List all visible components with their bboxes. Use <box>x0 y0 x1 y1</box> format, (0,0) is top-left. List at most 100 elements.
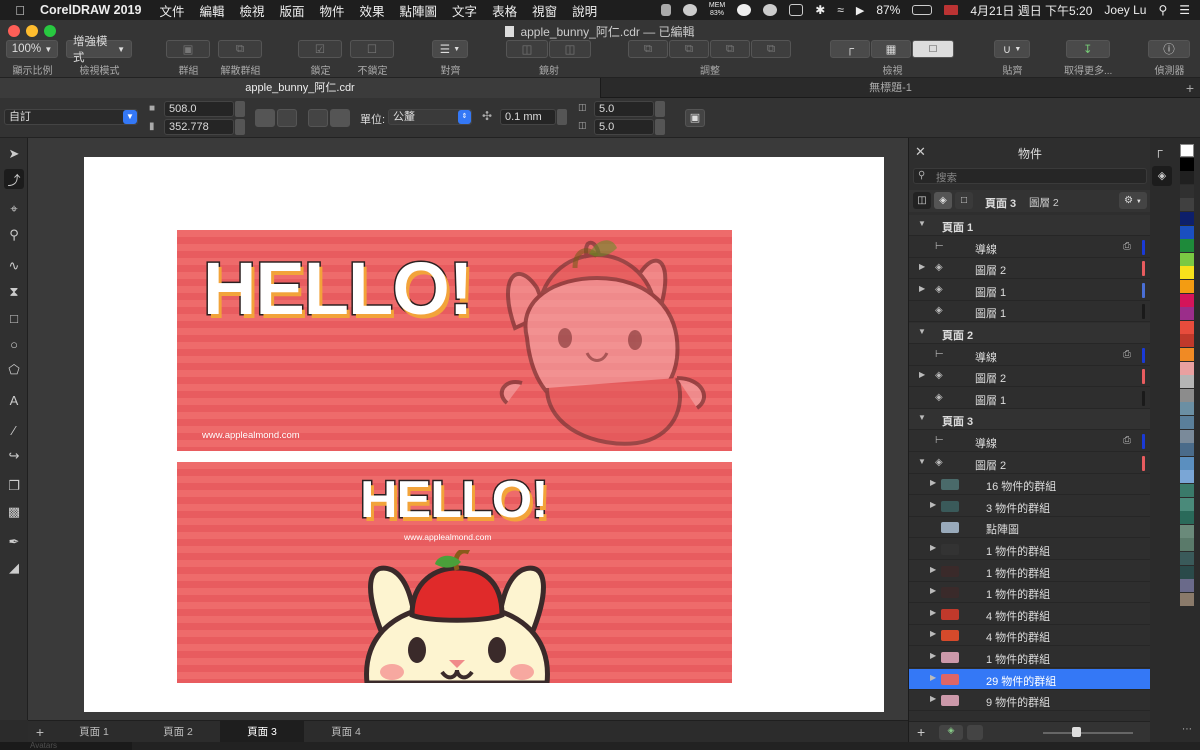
menu-window[interactable]: 視窗 <box>532 1 557 20</box>
line-icon[interactable] <box>763 4 778 16</box>
lock-button[interactable]: ☑ <box>298 40 342 58</box>
adjust-button-3[interactable]: ⧉ <box>710 40 750 58</box>
tree-guide-row[interactable]: ⊢ 導線 ⎙ <box>909 431 1151 452</box>
align-button[interactable]: ☰ ▼ <box>432 40 468 58</box>
interactive-fill-tool-icon[interactable]: ◢ <box>4 558 24 578</box>
color-swatch[interactable] <box>1180 348 1194 361</box>
tree-object-row[interactable]: ▶ 3 物件的群組 <box>909 496 1151 517</box>
menu-file[interactable]: 文件 <box>159 1 184 20</box>
drop-shadow-tool-icon[interactable]: ❐ <box>4 476 24 496</box>
tree-object-row[interactable]: ▶ 1 物件的群組 <box>909 582 1151 604</box>
tree-layer-row[interactable]: ▼ ◈ 圖層 2 <box>909 453 1151 474</box>
chevron-right-icon[interactable]: ▶ <box>919 370 925 379</box>
page-width-input[interactable]: 508.0 <box>164 101 234 117</box>
tree-object-row[interactable]: ▶ 4 物件的群組 <box>909 604 1151 625</box>
color-swatch[interactable] <box>1180 157 1194 171</box>
panel-options-button[interactable]: ⚙ ▼ <box>1119 192 1147 209</box>
text-tool-icon[interactable]: A <box>4 390 24 410</box>
color-swatch[interactable] <box>1180 184 1194 198</box>
treat-as-filled-button[interactable]: ▣ <box>685 109 705 127</box>
ellipse-tool-icon[interactable]: ○ <box>4 334 24 354</box>
tree-object-row[interactable]: ▶ 1 物件的群組 <box>909 561 1151 582</box>
view-page-border-button[interactable]: □ <box>912 40 954 58</box>
color-swatch[interactable] <box>1180 171 1194 185</box>
chevron-right-icon[interactable]: ▶ <box>930 694 936 703</box>
docker-tab-objects-icon[interactable]: ◈ <box>1152 166 1172 186</box>
color-swatch[interactable] <box>1180 266 1194 280</box>
battery-icon[interactable] <box>912 5 933 15</box>
add-tab-button[interactable]: + <box>1180 78 1200 98</box>
tree-object-row[interactable]: ▶ 29 物件的群組 <box>909 668 1151 690</box>
page-tab-2[interactable]: 頁面 2 <box>136 721 220 743</box>
tree-layer-row[interactable]: ▶ ◈ 圖層 1 <box>909 280 1151 301</box>
menu-text[interactable]: 文字 <box>452 1 477 20</box>
doc-tab-untitled[interactable]: 無標題-1 <box>600 78 1180 98</box>
slider-knob[interactable] <box>1072 727 1081 737</box>
color-swatch[interactable] <box>1180 443 1194 457</box>
spotlight-icon[interactable]: ⚲ <box>1158 3 1167 17</box>
add-layer-icon[interactable]: + <box>917 724 925 740</box>
thumbnail-size-slider[interactable] <box>1043 732 1133 734</box>
mirror-horizontal-button[interactable]: ◫ <box>506 40 548 58</box>
color-swatch[interactable] <box>1180 484 1194 497</box>
app-name-menu[interactable]: CorelDRAW 2019 <box>40 3 141 17</box>
get-more-button[interactable]: ↧ <box>1065 40 1110 58</box>
rectangle-tool-icon[interactable]: □ <box>4 308 24 328</box>
chevron-right-icon[interactable]: ▶ <box>930 586 936 595</box>
tree-guide-row[interactable]: ⊢ 導線 ⎙ <box>909 237 1151 258</box>
pick-tool-icon[interactable]: ➤ <box>4 144 24 164</box>
print-disabled-icon[interactable]: ⎙ <box>1123 349 1131 360</box>
tree-object-row[interactable]: 點陣圖 <box>909 517 1151 539</box>
menu-table[interactable]: 表格 <box>492 1 517 20</box>
nudge-stepper[interactable] <box>557 109 567 125</box>
zoom-tool-icon[interactable]: ⚲ <box>4 225 24 245</box>
all-pages-button[interactable] <box>308 109 328 127</box>
color-swatch[interactable] <box>1180 334 1194 348</box>
page-view-icon[interactable]: ◫ <box>913 192 931 209</box>
color-swatch[interactable] <box>1180 402 1194 416</box>
color-swatch[interactable] <box>1180 280 1194 293</box>
memory-indicator[interactable]: MEM 83% <box>709 2 725 18</box>
creative-cloud-icon[interactable] <box>682 4 697 16</box>
tree-layer-row[interactable]: ◈ 圖層 1 <box>909 301 1151 323</box>
tree-layer-row[interactable]: ▶ ◈ 圖層 2 <box>909 366 1151 388</box>
tree-layer-row[interactable]: ▶ ◈ 圖層 2 <box>909 258 1151 280</box>
color-swatch[interactable] <box>1180 198 1194 212</box>
menu-help[interactable]: 說明 <box>572 1 597 20</box>
eyedropper-tool-icon[interactable]: ✒ <box>4 532 24 552</box>
tree-object-row[interactable]: ▶ 1 物件的群組 <box>909 647 1151 668</box>
chevron-right-icon[interactable]: ▶ <box>930 543 936 552</box>
inspector-button[interactable]: ⓘ <box>1148 40 1190 58</box>
chevron-right-icon[interactable]: ▶ <box>919 284 925 293</box>
chevron-right-icon[interactable]: ▶ <box>930 673 936 682</box>
color-swatch[interactable] <box>1180 144 1194 157</box>
parallel-dimension-tool-icon[interactable]: ∕ <box>4 420 24 440</box>
unit-dropdown-button[interactable]: ⇕ <box>458 110 471 124</box>
new-master-layer-icon[interactable]: ◈ <box>939 725 963 740</box>
chevron-down-icon[interactable]: ▼ <box>918 413 926 422</box>
layers-view-icon[interactable]: ◈ <box>934 192 952 209</box>
drawing-canvas[interactable]: HELLO! www.applealmond.com HELLO! www.ap… <box>28 138 908 720</box>
page-tab-4[interactable]: 頁面 4 <box>304 721 388 743</box>
color-swatch[interactable] <box>1180 579 1194 593</box>
flag-icon[interactable] <box>944 5 959 15</box>
color-swatch[interactable] <box>1180 361 1194 375</box>
url-text-top[interactable]: www.applealmond.com <box>202 430 300 441</box>
freehand-tool-icon[interactable]: ∿ <box>4 256 24 276</box>
color-swatch[interactable] <box>1180 416 1194 429</box>
url-text-bottom[interactable]: www.applealmond.com <box>404 532 491 542</box>
delete-icon[interactable] <box>967 725 983 740</box>
color-swatch[interactable] <box>1180 538 1194 552</box>
chevron-right-icon[interactable]: ▶ <box>930 608 936 617</box>
apple-icon[interactable]:  <box>0 3 40 18</box>
adjust-button-2[interactable]: ⧉ <box>669 40 709 58</box>
menu-layout[interactable]: 版面 <box>279 1 304 20</box>
adjust-button-1[interactable]: ⧉ <box>628 40 668 58</box>
crop-tool-icon[interactable]: ⌖ <box>4 199 24 219</box>
view-rulers-button[interactable]: ┌ <box>830 40 870 58</box>
tree-object-row[interactable]: ▶ 9 物件的群組 <box>909 690 1151 712</box>
color-swatch[interactable] <box>1180 511 1194 525</box>
menu-bitmaps[interactable]: 點陣圖 <box>400 1 438 20</box>
color-swatch[interactable] <box>1180 212 1194 225</box>
duplicate-y-stepper[interactable] <box>655 119 665 135</box>
